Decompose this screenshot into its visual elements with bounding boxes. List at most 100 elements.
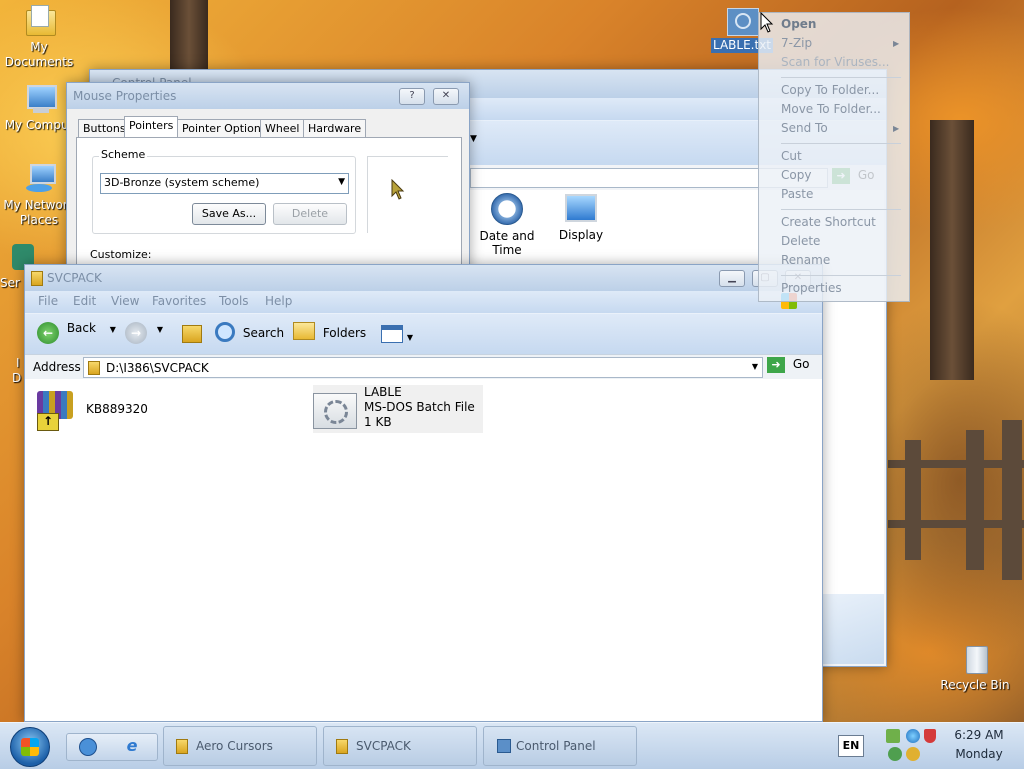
menu-item-scan[interactable]: Scan for Viruses... xyxy=(759,53,931,72)
svcpack-window[interactable]: SVCPACK ▁ ▢ ✕ File Edit View Favorites T… xyxy=(24,264,823,722)
help-button[interactable]: ? xyxy=(399,88,425,105)
tab-buttons[interactable]: Buttons xyxy=(78,119,131,138)
menu-item-open[interactable]: Open xyxy=(759,15,931,34)
control-panel-item-date-time[interactable]: Date and Time xyxy=(472,190,542,257)
folder-icon xyxy=(336,739,348,754)
show-desktop-icon[interactable] xyxy=(79,738,97,756)
menu-item-create-shortcut[interactable]: Create Shortcut xyxy=(759,213,931,232)
menu-item-copy[interactable]: Copy xyxy=(759,166,931,185)
taskbar-task-aero-cursors[interactable]: Aero Cursors xyxy=(163,726,317,766)
menu-help[interactable]: Help xyxy=(265,294,292,308)
chevron-down-icon: ▼ xyxy=(406,333,413,342)
folders-button[interactable]: Folders xyxy=(293,322,366,346)
menu-view[interactable]: View xyxy=(111,294,139,308)
clock[interactable]: 6:29 AM Monday xyxy=(948,727,1010,765)
folders-icon xyxy=(293,322,315,340)
update-tray-icon[interactable] xyxy=(906,747,920,761)
winrar-archive-icon: ↑ xyxy=(33,387,77,431)
scheme-label: Scheme xyxy=(99,148,148,161)
forward-button[interactable]: → ▼ xyxy=(125,322,163,346)
context-menu[interactable]: Open 7-Zip ▶ Scan for Viruses... Copy To… xyxy=(758,12,910,302)
item-label: Date and xyxy=(479,229,535,243)
taskbar-task-svcpack[interactable]: SVCPACK xyxy=(323,726,477,766)
start-button[interactable] xyxy=(10,727,50,767)
menu-tools[interactable]: Tools xyxy=(219,294,249,308)
search-button[interactable]: Search xyxy=(215,322,284,346)
internet-explorer-icon[interactable]: e xyxy=(123,737,141,755)
file-item-lable[interactable]: LABLE MS-DOS Batch File 1 KB xyxy=(313,385,483,433)
customize-label: Customize: xyxy=(90,248,152,261)
fence-rail xyxy=(888,460,1024,468)
menu-file[interactable]: File xyxy=(38,294,58,308)
network-icon xyxy=(22,162,56,196)
menu-item-properties[interactable]: Properties xyxy=(759,279,931,298)
menu-item-send-to[interactable]: Send To xyxy=(759,119,931,138)
folder-up-icon[interactable] xyxy=(182,325,202,343)
desktop-icon-my-documents[interactable]: My Documents xyxy=(0,4,78,70)
tab-pointer-options[interactable]: Pointer Options xyxy=(177,119,272,138)
menu-item-delete[interactable]: Delete xyxy=(759,232,931,251)
pointer-preview-box xyxy=(367,156,448,233)
address-value: D:\I386\SVCPACK xyxy=(106,361,209,375)
fence-post xyxy=(1002,420,1022,580)
save-as-button[interactable]: Save As... xyxy=(192,203,266,225)
menu-item-7zip[interactable]: 7-Zip xyxy=(759,34,931,53)
network-tray-icon[interactable] xyxy=(886,729,900,743)
arrow-cursor-icon xyxy=(391,179,405,200)
menu-edit[interactable]: Edit xyxy=(73,294,96,308)
tab-wheel[interactable]: Wheel xyxy=(260,119,305,138)
shield-tray-icon[interactable] xyxy=(924,729,936,743)
windows-logo-icon xyxy=(21,738,39,756)
folder-icon xyxy=(88,361,100,375)
desktop-icon-label: Documents xyxy=(4,55,74,69)
go-button[interactable]: ➜ Go xyxy=(767,357,809,373)
menu-item-paste[interactable]: Paste xyxy=(759,185,931,204)
back-button[interactable]: ← Back ▼ xyxy=(37,321,116,346)
address-label: Address xyxy=(33,360,81,374)
clock-time: 6:29 AM xyxy=(954,728,1004,742)
submenu-arrow-icon: ▶ xyxy=(893,39,900,48)
chevron-down-icon[interactable]: ▼ xyxy=(110,325,116,334)
desktop-icon-label: My xyxy=(30,40,48,54)
desktop-icon-label: Recycle Bin xyxy=(940,678,1010,692)
address-input[interactable]: D:\I386\SVCPACK ▼ xyxy=(83,357,763,378)
dialog-title-bar[interactable]: Mouse Properties ? ✕ xyxy=(67,83,469,109)
mouse-properties-dialog[interactable]: Mouse Properties ? ✕ Buttons Pointers Po… xyxy=(66,82,470,285)
menu-favorites[interactable]: Favorites xyxy=(152,294,206,308)
file-name: KB889320 xyxy=(86,402,148,416)
minimize-button[interactable]: ▁ xyxy=(719,270,745,287)
file-item-kb889320[interactable]: ↑ KB889320 xyxy=(33,387,233,437)
task-label: Control Panel xyxy=(516,739,596,753)
views-button[interactable]: ▼ xyxy=(381,325,413,346)
task-label: Aero Cursors xyxy=(196,739,273,753)
menu-item-cut[interactable]: Cut xyxy=(759,147,931,166)
delete-button[interactable]: Delete xyxy=(273,203,347,225)
back-label: Back xyxy=(66,321,96,335)
tab-strip: Buttons Pointers Pointer Options Wheel H… xyxy=(78,116,458,138)
menu-item-rename[interactable]: Rename xyxy=(759,251,931,270)
taskbar-task-control-panel[interactable]: Control Panel xyxy=(483,726,637,766)
file-list: ↑ KB889320 LABLE MS-DOS Batch File 1 KB xyxy=(25,379,822,721)
close-button[interactable]: ✕ xyxy=(433,88,459,105)
fence-post xyxy=(905,440,921,560)
scheme-select[interactable]: 3D-Bronze (system scheme) ▼ xyxy=(100,173,349,194)
chevron-down-icon: ▼ xyxy=(338,177,345,187)
language-indicator[interactable]: EN xyxy=(838,735,864,757)
chevron-down-icon[interactable]: ▼ xyxy=(157,325,163,334)
svcpack-title-bar[interactable]: SVCPACK ▁ ▢ ✕ xyxy=(25,265,822,291)
taskbar: e Aero Cursors SVCPACK Control Panel EN … xyxy=(0,722,1024,769)
submenu-arrow-icon: ▶ xyxy=(893,124,900,133)
chevron-down-icon[interactable]: ▼ xyxy=(470,134,477,144)
desktop-icon-recycle-bin[interactable]: Recycle Bin xyxy=(936,642,1014,693)
tab-hardware[interactable]: Hardware xyxy=(303,119,367,138)
system-tray xyxy=(884,727,944,765)
volume-tray-icon[interactable] xyxy=(888,747,902,761)
menu-item-move-to-folder[interactable]: Move To Folder... xyxy=(759,100,931,119)
views-icon xyxy=(381,325,403,343)
globe-tray-icon[interactable] xyxy=(906,729,920,743)
chevron-down-icon[interactable]: ▼ xyxy=(752,362,758,371)
tab-pointers[interactable]: Pointers xyxy=(124,116,179,138)
menu-separator xyxy=(781,275,901,276)
menu-item-copy-to-folder[interactable]: Copy To Folder... xyxy=(759,81,931,100)
control-panel-item-display[interactable]: Display xyxy=(546,190,616,242)
